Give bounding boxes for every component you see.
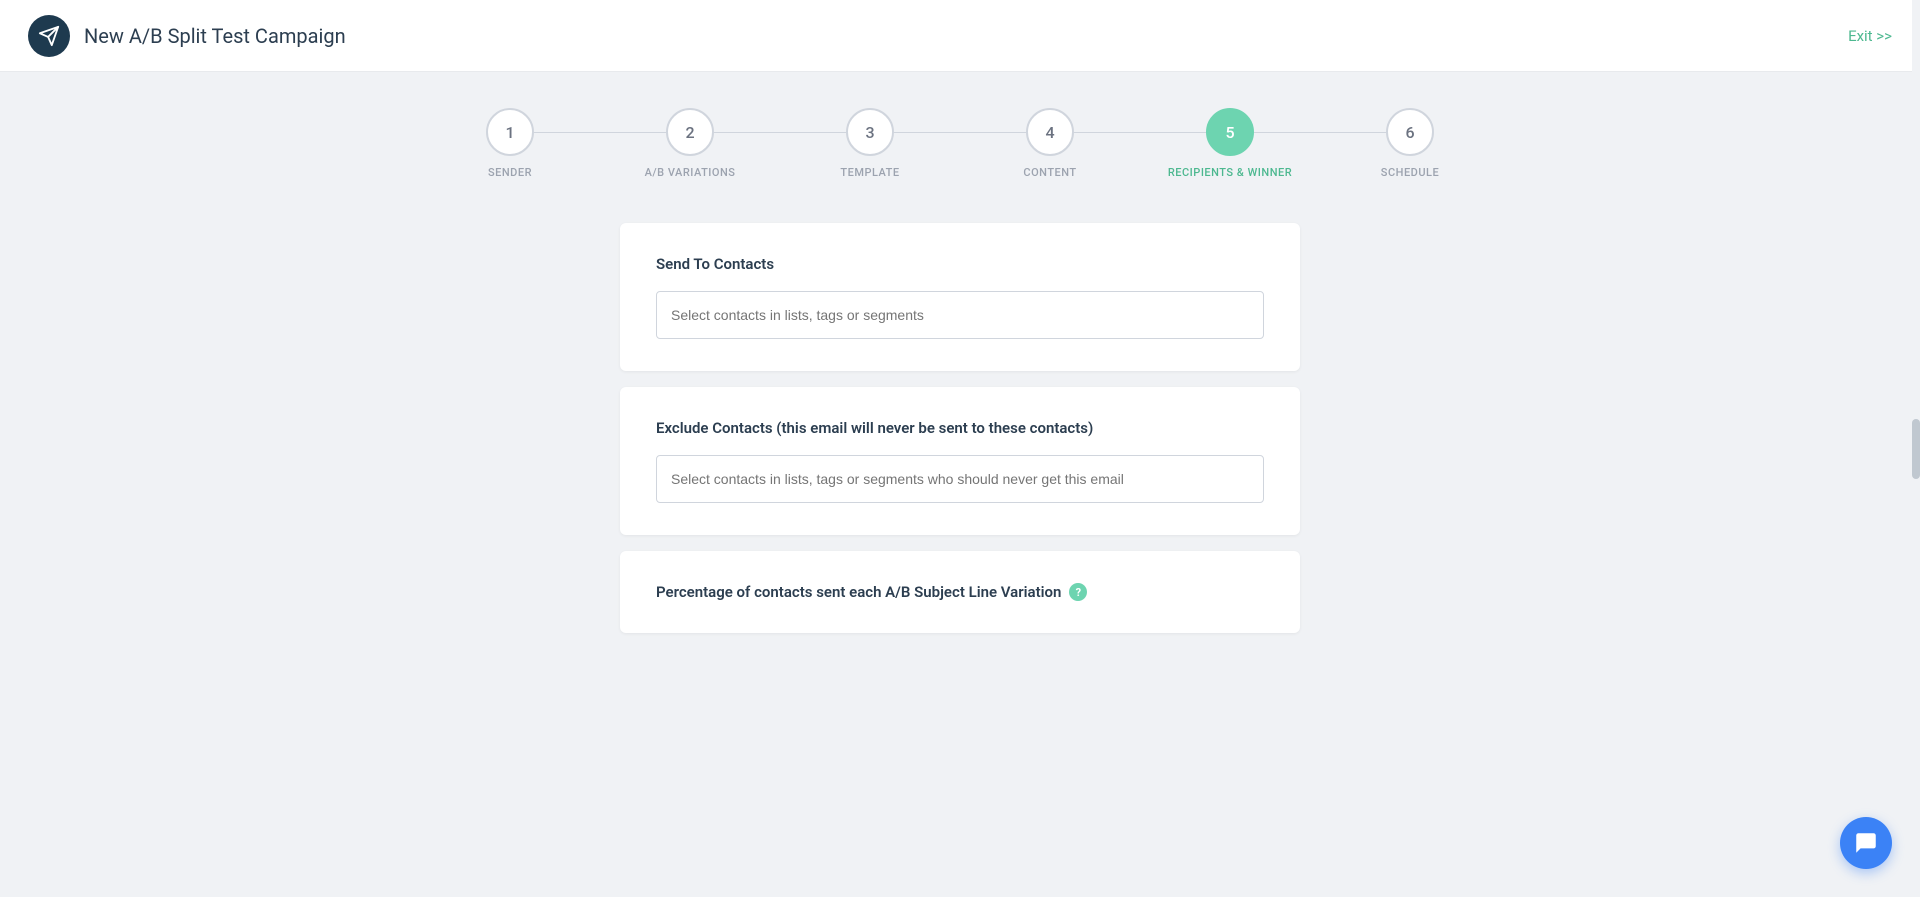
step-1[interactable]: 1 SENDER: [420, 108, 600, 179]
step-5-circle: 5: [1206, 108, 1254, 156]
scrollbar[interactable]: [1912, 0, 1920, 897]
exclude-contacts-card: Exclude Contacts (this email will never …: [620, 387, 1300, 535]
step-1-circle: 1: [486, 108, 534, 156]
header: New A/B Split Test Campaign Exit >>: [0, 0, 1920, 72]
chat-icon: [1853, 830, 1879, 856]
step-5[interactable]: 5 RECIPIENTS & WINNER: [1140, 108, 1320, 179]
campaign-icon: [28, 15, 70, 57]
step-3-circle: 3: [846, 108, 894, 156]
step-6-circle: 6: [1386, 108, 1434, 156]
step-3-label: TEMPLATE: [840, 166, 899, 179]
percentage-section-label: Percentage of contacts sent each A/B Sub…: [656, 583, 1264, 601]
help-icon[interactable]: ?: [1069, 583, 1087, 601]
send-to-contacts-input[interactable]: [656, 291, 1264, 339]
steps: 1 SENDER 2 A/B VARIATIONS 3 TEMPLATE 4 C…: [360, 108, 1560, 179]
step-4-label: CONTENT: [1023, 166, 1076, 179]
step-2[interactable]: 2 A/B VARIATIONS: [600, 108, 780, 179]
steps-container: 1 SENDER 2 A/B VARIATIONS 3 TEMPLATE 4 C…: [0, 72, 1920, 203]
chat-button[interactable]: [1840, 817, 1892, 869]
percentage-section-card: Percentage of contacts sent each A/B Sub…: [620, 551, 1300, 633]
step-4[interactable]: 4 CONTENT: [960, 108, 1140, 179]
exclude-contacts-input[interactable]: [656, 455, 1264, 503]
exit-link[interactable]: Exit >>: [1848, 27, 1892, 45]
paper-plane-icon: [38, 25, 60, 47]
send-to-contacts-card: Send To Contacts: [620, 223, 1300, 371]
step-6[interactable]: 6 SCHEDULE: [1320, 108, 1500, 179]
step-3[interactable]: 3 TEMPLATE: [780, 108, 960, 179]
scrollbar-thumb[interactable]: [1912, 419, 1920, 479]
exclude-contacts-label: Exclude Contacts (this email will never …: [656, 419, 1264, 437]
header-left: New A/B Split Test Campaign: [28, 15, 346, 57]
page-title: New A/B Split Test Campaign: [84, 24, 346, 48]
step-5-label: RECIPIENTS & WINNER: [1168, 166, 1292, 179]
step-2-circle: 2: [666, 108, 714, 156]
step-4-circle: 4: [1026, 108, 1074, 156]
step-6-label: SCHEDULE: [1381, 166, 1439, 179]
step-2-label: A/B VARIATIONS: [645, 166, 736, 179]
step-1-label: SENDER: [488, 166, 532, 179]
main-content: Send To Contacts Exclude Contacts (this …: [0, 203, 1920, 653]
send-to-contacts-label: Send To Contacts: [656, 255, 1264, 273]
